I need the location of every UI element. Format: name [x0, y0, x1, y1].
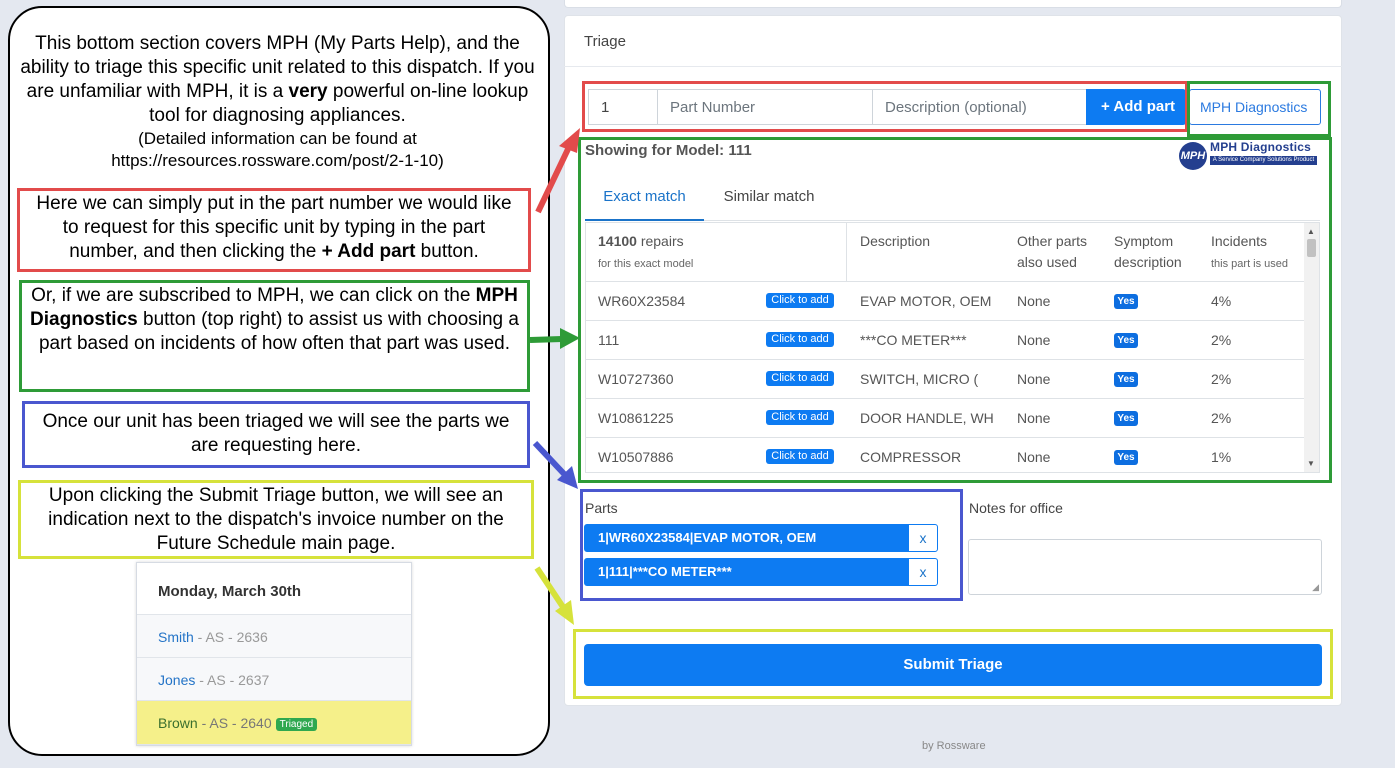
note-submit: Upon clicking the Submit Triage button, …: [18, 480, 534, 559]
previous-card-edge: [564, 0, 1342, 8]
triaged-badge: Triaged: [275, 718, 318, 731]
schedule-name[interactable]: Brown: [158, 715, 198, 731]
schedule-code: - AS - 2640: [197, 715, 272, 731]
note-mph-diagnostics: Or, if we are subscribed to MPH, we can …: [19, 280, 530, 392]
footer-credit: by Rossware: [922, 740, 986, 752]
highlight-parts: [580, 489, 963, 601]
resize-grip-icon[interactable]: ◢: [1312, 582, 1319, 593]
intro-link-line-1: (Detailed information can be found at: [138, 129, 417, 148]
schedule-row[interactable]: Smith - AS - 2636: [137, 615, 411, 658]
highlight-submit: [573, 629, 1333, 699]
notes-textarea[interactable]: ◢: [968, 539, 1322, 595]
note-parts: Once our unit has been triaged we will s…: [22, 401, 530, 468]
future-schedule-snippet: Monday, March 30th Smith - AS - 2636 Jon…: [136, 562, 412, 746]
note-red-post: button.: [415, 241, 479, 262]
note-red-bold: + Add part: [321, 241, 416, 262]
note-add-part: Here we can simply put in the part numbe…: [17, 188, 531, 272]
intro-link-line-2: https://resources.rossware.com/post/2-1-…: [111, 151, 444, 170]
schedule-name[interactable]: Smith: [158, 629, 194, 645]
intro-bold: very: [288, 81, 328, 102]
schedule-row[interactable]: Jones - AS - 2637: [137, 658, 411, 701]
triage-title: Triage: [564, 15, 1342, 67]
schedule-code: - AS - 2636: [193, 629, 268, 645]
highlight-mph-results: [578, 137, 1332, 483]
notes-label: Notes for office: [969, 500, 1063, 516]
schedule-name[interactable]: Jones: [158, 672, 195, 688]
note-green-pre: Or, if we are subscribed to MPH, we can …: [31, 285, 476, 306]
highlight-mph-button: [1187, 81, 1331, 137]
schedule-code: - AS - 2637: [195, 672, 270, 688]
highlight-add-part: [582, 81, 1188, 132]
schedule-row-highlighted[interactable]: Brown - AS - 2640 Triaged: [137, 701, 411, 745]
intro-text: This bottom section covers MPH (My Parts…: [20, 32, 535, 172]
schedule-day: Monday, March 30th: [137, 563, 411, 615]
